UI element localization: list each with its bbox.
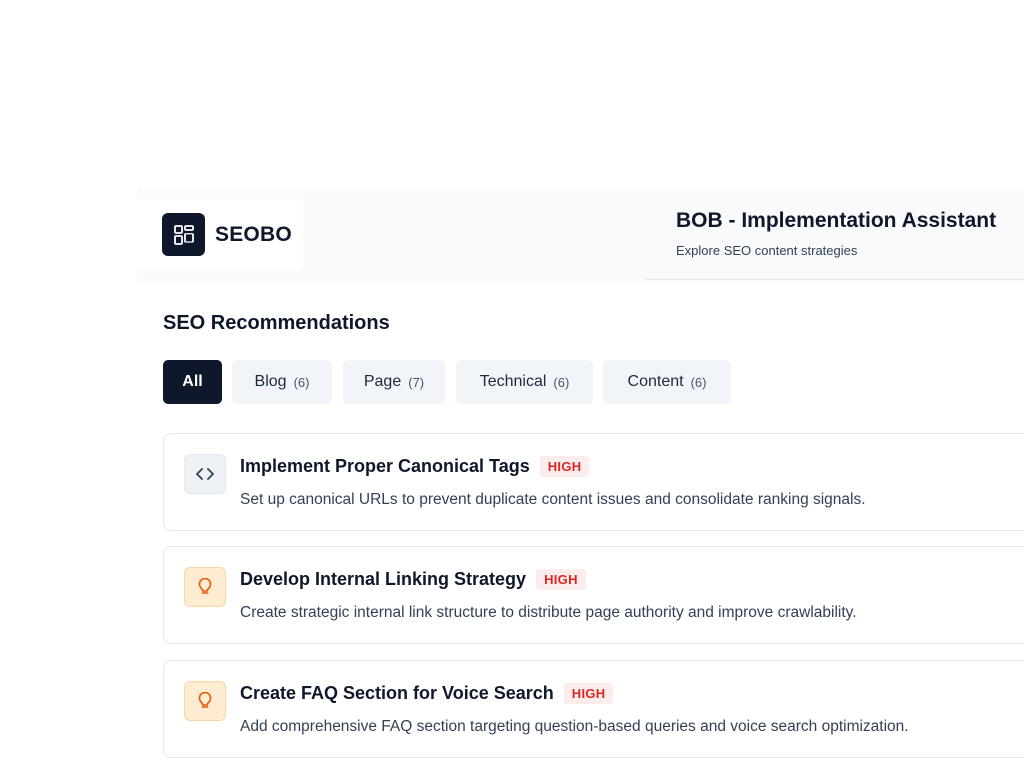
recommendation-title-row: Create FAQ Section for Voice Search HIGH <box>240 683 614 704</box>
tab-content[interactable]: Content (6) <box>603 360 731 404</box>
page-title: BOB - Implementation Assistant <box>676 209 997 232</box>
tab-label: Page <box>363 373 402 390</box>
code-icon <box>184 454 226 494</box>
page-subtitle: Explore SEO content strategies <box>676 243 858 258</box>
tab-label: Blog <box>254 373 287 390</box>
header-divider <box>645 279 1024 280</box>
tab-page[interactable]: Page (7) <box>343 360 445 404</box>
priority-badge: HIGH <box>536 569 586 590</box>
recommendation-card[interactable]: Create FAQ Section for Voice Search HIGH… <box>163 660 1024 758</box>
recommendation-description: Create strategic internal link structure… <box>240 604 857 621</box>
brand-name: SEOBO <box>215 222 292 246</box>
tab-label: Content <box>627 373 684 390</box>
priority-badge: HIGH <box>539 456 590 477</box>
tab-label: All <box>182 373 203 390</box>
recommendation-title: Implement Proper Canonical Tags <box>240 456 530 476</box>
tab-label: Technical <box>479 373 547 390</box>
recommendation-card[interactable]: Develop Internal Linking Strategy HIGH C… <box>163 546 1024 644</box>
tab-count: (6) <box>553 374 570 390</box>
tab-all[interactable]: All <box>163 360 222 404</box>
brand[interactable]: SEOBO <box>137 199 303 270</box>
recommendation-card[interactable]: Implement Proper Canonical Tags HIGH Set… <box>163 433 1024 531</box>
recommendation-title: Develop Internal Linking Strategy <box>240 569 527 589</box>
tab-technical[interactable]: Technical (6) <box>456 360 593 404</box>
recommendation-description: Add comprehensive FAQ section targeting … <box>240 718 909 735</box>
lightbulb-icon <box>184 681 226 721</box>
recommendation-title: Create FAQ Section for Voice Search <box>240 683 554 703</box>
priority-badge: HIGH <box>563 683 614 704</box>
tab-blog[interactable]: Blog (6) <box>232 360 332 404</box>
grid-layout-icon <box>162 213 205 256</box>
tab-count: (6) <box>293 374 310 390</box>
section-title: SEO Recommendations <box>163 312 390 334</box>
lightbulb-icon <box>184 567 226 607</box>
tab-count: (6) <box>690 374 707 390</box>
recommendation-description: Set up canonical URLs to prevent duplica… <box>240 491 866 508</box>
tab-count: (7) <box>408 374 425 390</box>
recommendation-title-row: Implement Proper Canonical Tags HIGH <box>240 456 590 477</box>
recommendation-title-row: Develop Internal Linking Strategy HIGH <box>240 569 586 590</box>
